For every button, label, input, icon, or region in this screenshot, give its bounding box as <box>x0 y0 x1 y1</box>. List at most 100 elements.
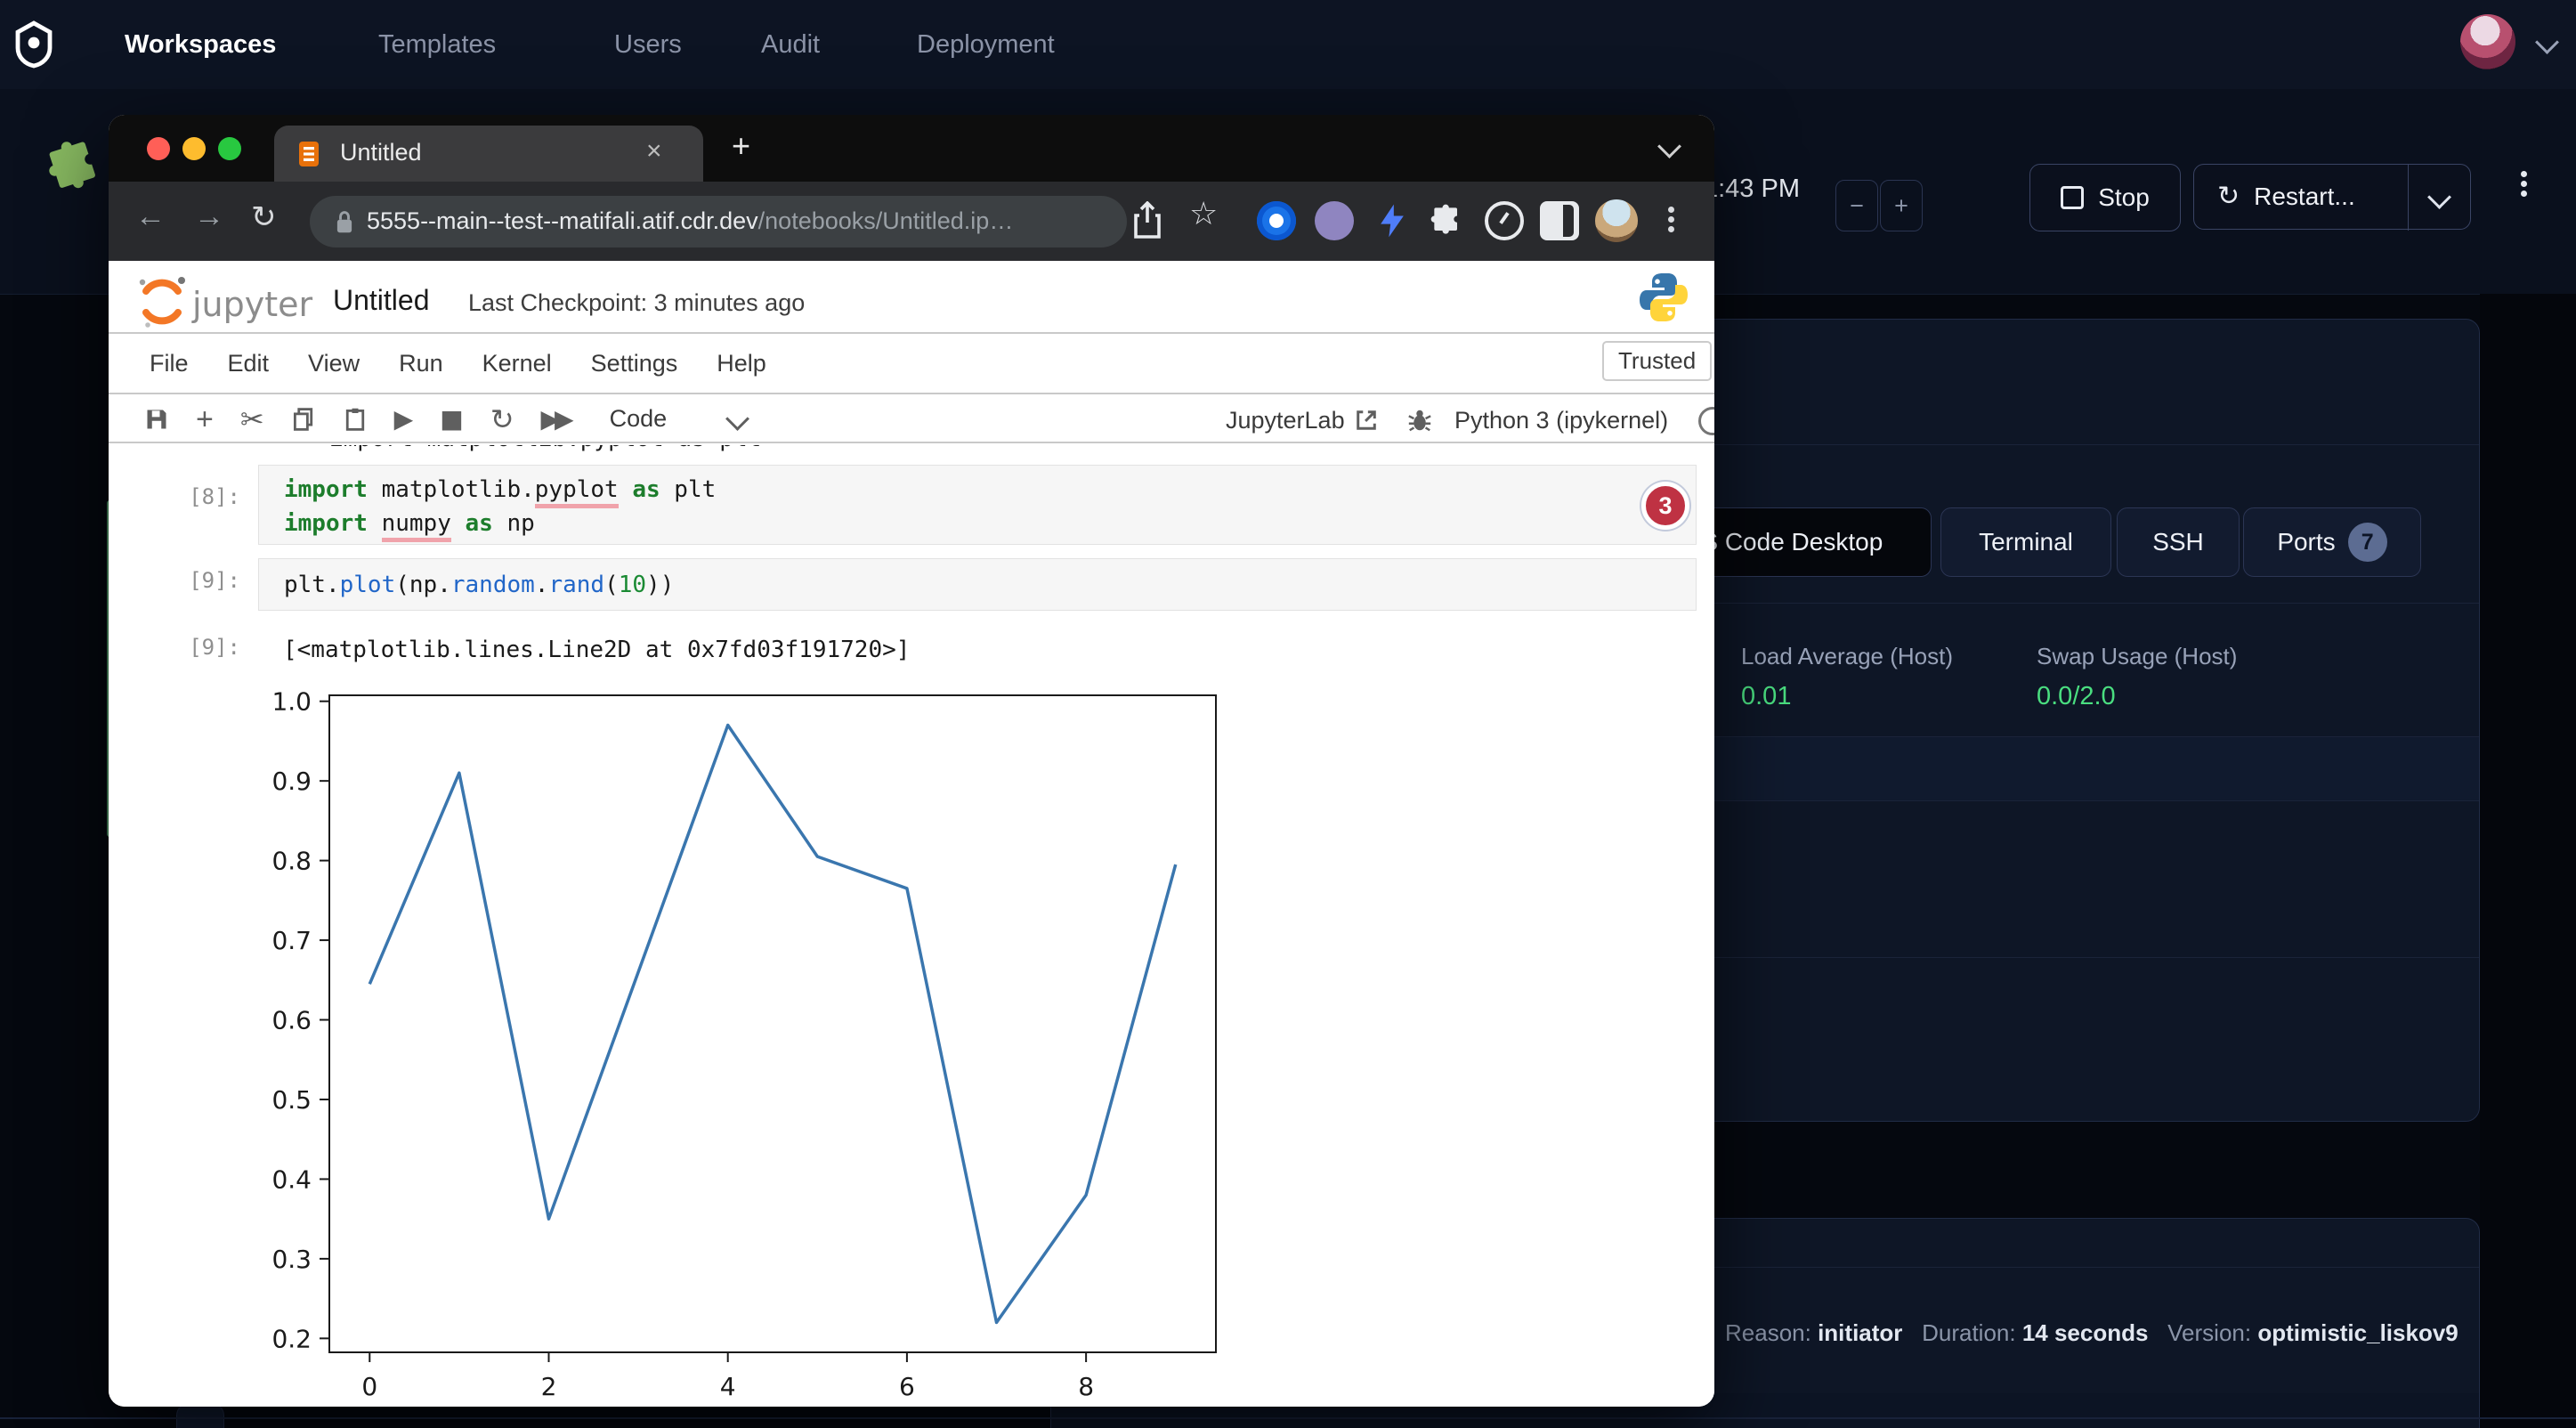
jupyterlab-link[interactable]: JupyterLab <box>1226 407 1345 434</box>
ssh-button[interactable]: SSH <box>2117 507 2240 577</box>
terminal-button[interactable]: Terminal <box>1940 507 2111 577</box>
window-maximize-button[interactable] <box>218 137 241 160</box>
svg-text:4: 4 <box>720 1372 736 1399</box>
gauge-extension-icon[interactable] <box>1485 201 1524 240</box>
new-tab-button[interactable]: + <box>732 127 750 165</box>
stop-icon <box>2061 186 2084 209</box>
nav-item-workspaces[interactable]: Workspaces <box>125 0 276 89</box>
notebook-favicon <box>297 140 320 168</box>
browser-toolbar: ← → ↻ 5555--main--test--matifali.atif.cd… <box>109 182 1714 261</box>
reason-label: Reason: <box>1725 1319 1811 1346</box>
window-close-button[interactable] <box>147 137 170 160</box>
nav-item-templates[interactable]: Templates <box>378 0 496 89</box>
forward-icon[interactable]: → <box>194 199 224 234</box>
notification-count-badge[interactable]: 3 <box>1641 482 1689 530</box>
external-link-icon[interactable] <box>1355 409 1378 432</box>
cell-type-chevron-icon[interactable] <box>725 407 749 431</box>
restart-chevron-down-icon[interactable] <box>2427 185 2451 209</box>
svg-text:8: 8 <box>1078 1372 1094 1399</box>
svg-text:0.9: 0.9 <box>271 767 312 796</box>
menu-view[interactable]: View <box>308 350 360 377</box>
restart-run-all-icon[interactable]: ▶▶ <box>541 407 569 432</box>
zoom-out-button[interactable]: − <box>1835 180 1878 231</box>
menu-edit[interactable]: Edit <box>228 350 270 377</box>
stop-workspace-button[interactable]: Stop <box>2029 164 2181 231</box>
nav-item-audit[interactable]: Audit <box>761 0 820 89</box>
restart-kernel-icon[interactable]: ↻ <box>490 405 514 434</box>
ssh-label: SSH <box>2152 528 2204 556</box>
version-label: Version: <box>2167 1319 2251 1346</box>
browser-profile-avatar[interactable] <box>1595 199 1638 242</box>
cell9-output-prompt: [9]: <box>151 635 240 660</box>
zoom-in-button[interactable]: + <box>1880 180 1923 231</box>
share-icon[interactable] <box>1132 201 1162 240</box>
coder-logo-icon[interactable] <box>12 20 55 69</box>
menu-settings[interactable]: Settings <box>591 350 678 377</box>
address-bar[interactable]: 5555--main--test--matifali.atif.cdr.dev/… <box>310 196 1127 247</box>
notebook-title[interactable]: Untitled <box>333 284 430 317</box>
bolt-extension-icon[interactable] <box>1373 201 1412 240</box>
browser-tab-untitled[interactable]: Untitled × <box>274 126 703 182</box>
account-chevron-down-icon[interactable] <box>2535 30 2559 54</box>
window-minimize-button[interactable] <box>182 137 206 160</box>
paste-cells-icon[interactable] <box>343 407 368 432</box>
interrupt-kernel-icon[interactable]: ■ <box>440 407 463 432</box>
run-cell-icon[interactable]: ▶ <box>394 407 414 432</box>
password-manager-extension-icon[interactable] <box>1257 201 1296 240</box>
restart-workspace-button[interactable]: ↻ Restart... <box>2193 164 2471 230</box>
menu-help[interactable]: Help <box>717 350 766 377</box>
svg-text:0.5: 0.5 <box>271 1085 312 1115</box>
kebab-menu-icon[interactable] <box>2521 167 2527 200</box>
kernel-name[interactable]: Python 3 (ipykernel) <box>1454 407 1668 434</box>
reload-icon[interactable]: ↻ <box>251 199 277 235</box>
build-meta-line: Reason: initiator Duration: 14 seconds V… <box>1725 1319 2459 1347</box>
extensions-puzzle-icon[interactable] <box>1428 201 1467 240</box>
side-panel-icon[interactable] <box>1540 201 1579 240</box>
nav-item-users[interactable]: Users <box>614 0 682 89</box>
cell8-input[interactable]: import matplotlib.pyplot as plt import n… <box>258 465 1697 545</box>
menu-kernel[interactable]: Kernel <box>482 350 552 377</box>
duration-value: 14 seconds <box>2022 1319 2149 1346</box>
user-avatar[interactable] <box>2460 14 2515 69</box>
trusted-button[interactable]: Trusted <box>1602 341 1712 381</box>
back-icon[interactable]: ← <box>135 199 166 234</box>
nav-item-deployment[interactable]: Deployment <box>917 0 1055 89</box>
puzzle-icon <box>45 137 109 201</box>
vscode-desktop-label: VS Code Desktop <box>1685 528 1883 556</box>
url-text: 5555--main--test--matifali.atif.cdr.dev/… <box>367 207 1013 235</box>
menu-file[interactable]: File <box>150 350 189 377</box>
version-value: optimistic_liskov9 <box>2257 1319 2458 1346</box>
svg-text:1.0: 1.0 <box>271 687 312 717</box>
jupyter-logo: jupyter <box>135 273 340 332</box>
svg-text:0.7: 0.7 <box>271 926 312 955</box>
python-logo <box>1638 270 1689 325</box>
debugger-bug-icon[interactable] <box>1406 407 1433 434</box>
svg-text:0.6: 0.6 <box>271 1006 312 1035</box>
cell9-prompt: [9]: <box>151 568 240 593</box>
ports-label: Ports <box>2277 528 2335 556</box>
svg-text:jupyter: jupyter <box>191 285 313 324</box>
cell9-input[interactable]: plt.plot(np.random.rand(10)) <box>258 558 1697 611</box>
kernel-status-icon <box>1698 407 1714 435</box>
tab-search-chevron-icon[interactable] <box>1657 134 1681 158</box>
svg-text:0.8: 0.8 <box>271 847 312 876</box>
browser-menu-kebab-icon[interactable] <box>1668 203 1674 236</box>
stop-label: Stop <box>2098 183 2150 212</box>
cut-cells-icon[interactable]: ✂ <box>240 405 264 434</box>
browser-window: Untitled × + ← → ↻ 5555--main--test--mat… <box>109 115 1714 1407</box>
url-host: 5555--main--test--matifali.atif.cdr.dev <box>367 207 758 234</box>
cell-type-dropdown[interactable]: Code <box>610 405 668 433</box>
cell9-output-text: [<matplotlib.lines.Line2D at 0x7fd03f191… <box>283 633 910 667</box>
page-gutter <box>2480 294 2576 1428</box>
github-extension-icon[interactable] <box>1315 201 1354 240</box>
save-icon[interactable] <box>144 407 169 432</box>
copy-cells-icon[interactable] <box>291 407 316 432</box>
tab-close-icon[interactable]: × <box>646 136 662 166</box>
bookmark-star-icon[interactable]: ☆ <box>1189 196 1218 232</box>
ports-button[interactable]: Ports 7 <box>2243 507 2421 577</box>
top-nav-bar: Workspaces Templates Users Audit Deploym… <box>0 0 2576 90</box>
svg-text:0: 0 <box>361 1372 377 1399</box>
menu-run[interactable]: Run <box>399 350 443 377</box>
add-cell-icon[interactable]: + <box>196 404 214 434</box>
last-checkpoint-text: Last Checkpoint: 3 minutes ago <box>468 289 805 317</box>
